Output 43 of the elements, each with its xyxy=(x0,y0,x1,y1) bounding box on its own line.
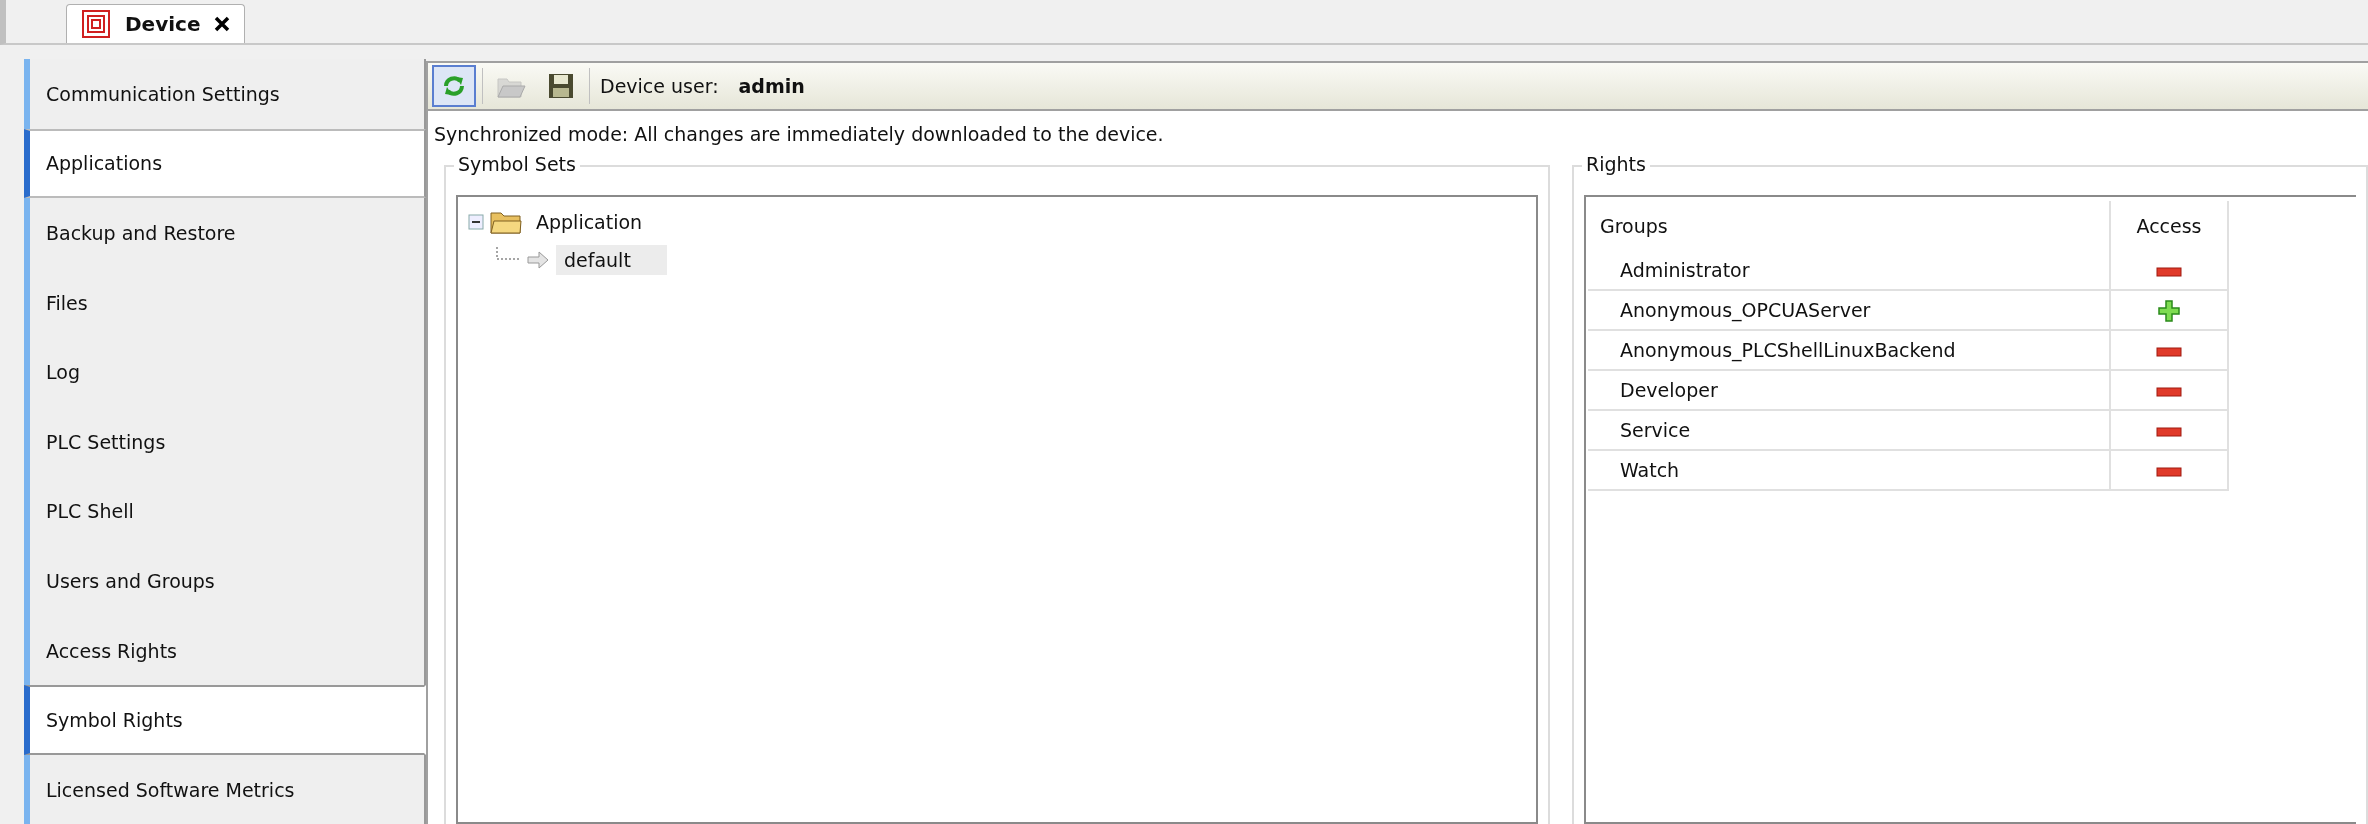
sidebar-item[interactable]: Symbol Rights xyxy=(24,685,426,755)
plus-icon[interactable] xyxy=(2158,299,2180,322)
device-user-label: Device user: xyxy=(600,75,719,97)
table-cell: Developer xyxy=(1588,370,2110,410)
tree-item[interactable]: Application xyxy=(528,207,651,237)
minus-icon[interactable] xyxy=(2156,426,2182,437)
sidebar-item[interactable]: Log xyxy=(24,337,426,407)
sidebar-item[interactable]: Licensed Software Metrics xyxy=(24,754,426,824)
table-cell: Service xyxy=(1588,410,2110,450)
editor-tab[interactable]: Device xyxy=(66,4,246,43)
minus-icon[interactable] xyxy=(2156,346,2182,357)
sidebar-item[interactable]: Communication Settings xyxy=(24,59,426,129)
tree-line xyxy=(496,247,520,260)
save-icon xyxy=(548,73,574,99)
sidebar-item[interactable]: Users and Groups xyxy=(24,546,426,616)
arrow-icon xyxy=(526,250,550,270)
sidebar-item[interactable]: PLC Settings xyxy=(24,406,426,477)
sidebar-item[interactable]: Access Rights xyxy=(24,615,426,686)
device-icon xyxy=(81,9,111,39)
sidebar-item[interactable]: Files xyxy=(24,267,426,338)
sidebar-item[interactable]: Applications xyxy=(24,128,426,199)
table-cell: Administrator xyxy=(1588,251,2110,290)
device-user-value: admin xyxy=(738,75,805,97)
column-header[interactable]: Access xyxy=(2110,201,2228,251)
sidebar-item[interactable]: PLC Shell xyxy=(24,476,426,547)
minus-icon[interactable] xyxy=(2156,466,2182,477)
table-cell: Anonymous_PLCShellLinuxBackend xyxy=(1588,330,2110,370)
collapse-icon[interactable] xyxy=(468,214,484,230)
sidebar-item[interactable]: Backup and Restore xyxy=(24,198,426,268)
refresh-button[interactable] xyxy=(432,65,476,107)
refresh-icon xyxy=(441,73,467,99)
tree-item[interactable]: default xyxy=(556,245,667,275)
folder-icon xyxy=(490,210,522,234)
close-icon[interactable] xyxy=(214,16,231,32)
minus-icon[interactable] xyxy=(2156,386,2182,397)
group-title: Symbol Sets xyxy=(454,153,580,175)
group-title: Rights xyxy=(1582,153,1650,175)
table-cell: Anonymous_OPCUAServer xyxy=(1588,290,2110,330)
column-header[interactable]: Groups xyxy=(1588,201,2110,251)
status-message: Synchronized mode: All changes are immediately downloaded to the device. xyxy=(433,122,1165,147)
minus-icon[interactable] xyxy=(2156,266,2182,277)
table-cell: Watch xyxy=(1588,450,2110,490)
tab-label: Device xyxy=(125,12,201,36)
